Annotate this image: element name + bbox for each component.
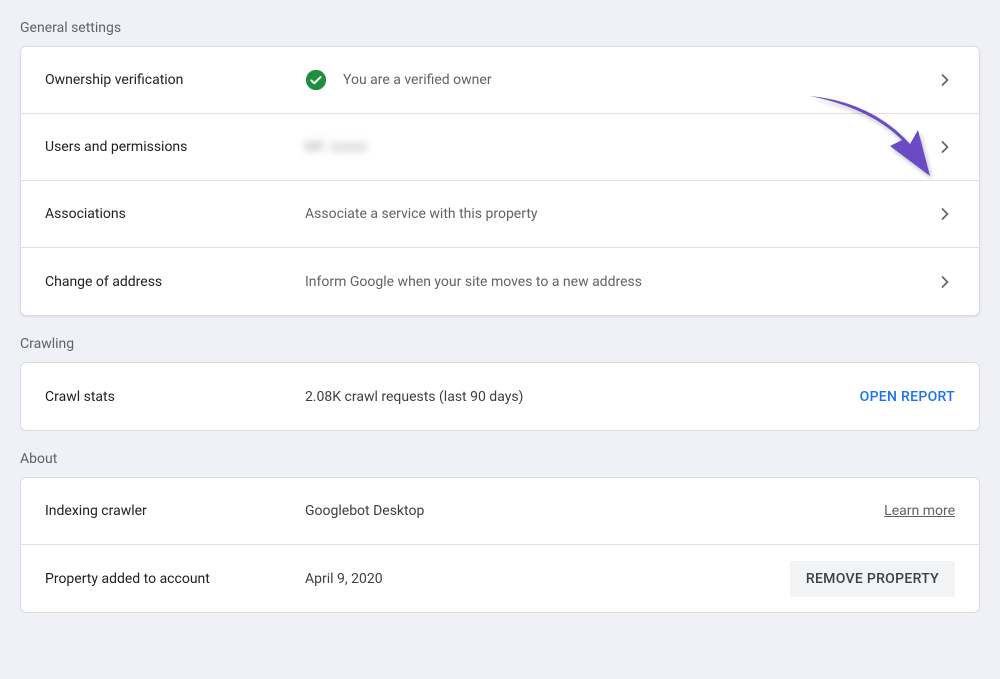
row-associations[interactable]: Associations Associate a service with th…	[21, 181, 979, 248]
open-report-button[interactable]: OPEN REPORT	[860, 389, 955, 405]
row-value-text: You are a verified owner	[343, 72, 492, 88]
row-value-text: Googlebot Desktop	[305, 503, 424, 519]
section-title-general: General settings	[20, 20, 980, 36]
row-label: Property added to account	[45, 571, 305, 587]
row-label: Crawl stats	[45, 389, 305, 405]
chevron-right-icon	[935, 70, 955, 90]
row-value-text: 2.08K crawl requests (last 90 days)	[305, 389, 523, 405]
row-property-added: Property added to account April 9, 2020 …	[21, 545, 979, 612]
chevron-right-icon	[935, 272, 955, 292]
row-label: Indexing crawler	[45, 503, 305, 519]
row-value-wrap: Googlebot Desktop	[305, 503, 884, 519]
row-label: Change of address	[45, 274, 305, 290]
row-value-text: April 9, 2020	[305, 571, 383, 587]
row-change-of-address[interactable]: Change of address Inform Google when you…	[21, 248, 979, 315]
general-settings-card: Ownership verification You are a verifie…	[20, 46, 980, 316]
row-label: Associations	[45, 206, 305, 222]
row-value-wrap: April 9, 2020	[305, 571, 790, 587]
row-value-wrap: You are a verified owner	[305, 69, 935, 91]
crawling-card: Crawl stats 2.08K crawl requests (last 9…	[20, 362, 980, 431]
checkmark-circle-icon	[305, 69, 327, 91]
section-title-crawling: Crawling	[20, 336, 980, 352]
learn-more-link[interactable]: Learn more	[884, 503, 955, 519]
remove-property-button[interactable]: REMOVE PROPERTY	[790, 561, 955, 597]
row-value-wrap: Inform Google when your site moves to a …	[305, 274, 935, 290]
chevron-right-icon	[935, 137, 955, 157]
row-label: Ownership verification	[45, 72, 305, 88]
about-card: Indexing crawler Googlebot Desktop Learn…	[20, 477, 980, 613]
row-indexing-crawler: Indexing crawler Googlebot Desktop Learn…	[21, 478, 979, 545]
row-value-wrap: 2.08K crawl requests (last 90 days)	[305, 389, 860, 405]
row-value-wrap: MF Junior	[305, 139, 935, 155]
row-value-text: Inform Google when your site moves to a …	[305, 274, 642, 290]
row-crawl-stats: Crawl stats 2.08K crawl requests (last 9…	[21, 363, 979, 430]
section-title-about: About	[20, 451, 980, 467]
chevron-right-icon	[935, 204, 955, 224]
row-value-text: Associate a service with this property	[305, 206, 538, 222]
row-value-wrap: Associate a service with this property	[305, 206, 935, 222]
row-users-permissions[interactable]: Users and permissions MF Junior	[21, 114, 979, 181]
row-label: Users and permissions	[45, 139, 305, 155]
row-ownership-verification[interactable]: Ownership verification You are a verifie…	[21, 47, 979, 114]
row-value-text: MF Junior	[305, 139, 368, 155]
